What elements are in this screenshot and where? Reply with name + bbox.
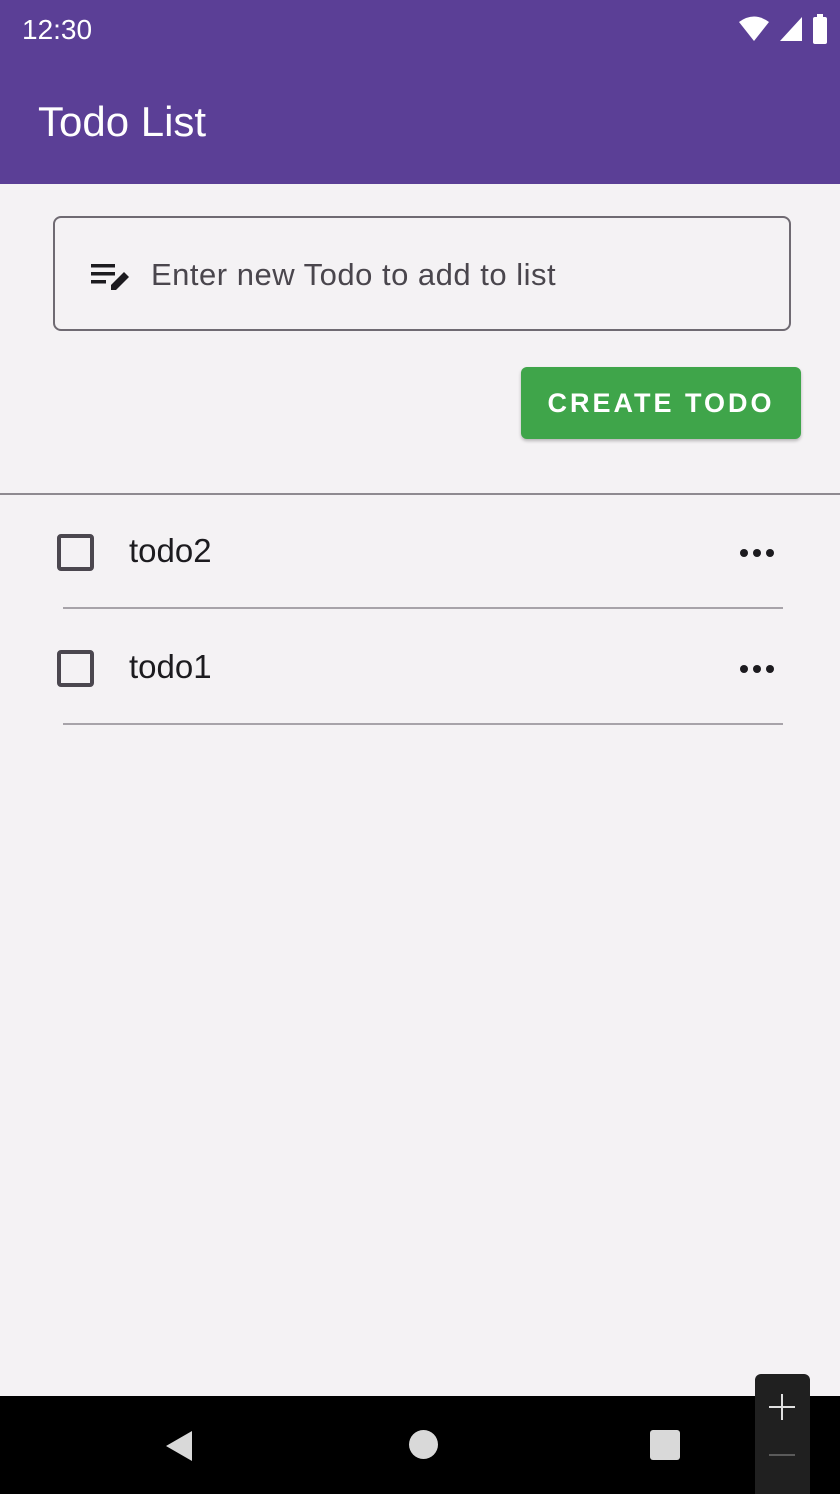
todo-text: todo2 [129,532,212,569]
app-bar: Todo List [0,62,840,184]
todo-item: todo2 [0,500,840,616]
back-icon[interactable] [164,1429,194,1463]
status-time: 12:30 [22,14,93,45]
recents-icon[interactable] [650,1430,680,1460]
home-icon[interactable] [409,1430,438,1459]
status-bar: 12:30 [0,0,840,62]
system-nav-bar [0,1396,840,1494]
page-title: Todo List [38,98,207,145]
signal-icon [780,17,802,41]
zoom-controls [755,1374,810,1494]
more-horiz-icon[interactable] [737,538,777,568]
battery-icon [813,14,827,44]
section-divider [0,493,840,495]
row-divider [63,607,783,609]
zoom-out-icon[interactable] [767,1452,797,1458]
todo-checkbox[interactable] [57,534,94,571]
wifi-icon [739,16,769,41]
new-todo-input[interactable] [151,248,751,302]
more-horiz-icon[interactable] [737,654,777,684]
edit-note-icon [91,264,129,290]
todo-item: todo1 [0,616,840,732]
new-todo-field[interactable] [53,216,791,331]
create-todo-button[interactable]: CREATE TODO [521,367,801,439]
zoom-in-icon[interactable] [767,1392,797,1422]
todo-checkbox[interactable] [57,650,94,687]
status-icons [738,14,828,44]
row-divider [63,723,783,725]
todo-text: todo1 [129,648,212,685]
